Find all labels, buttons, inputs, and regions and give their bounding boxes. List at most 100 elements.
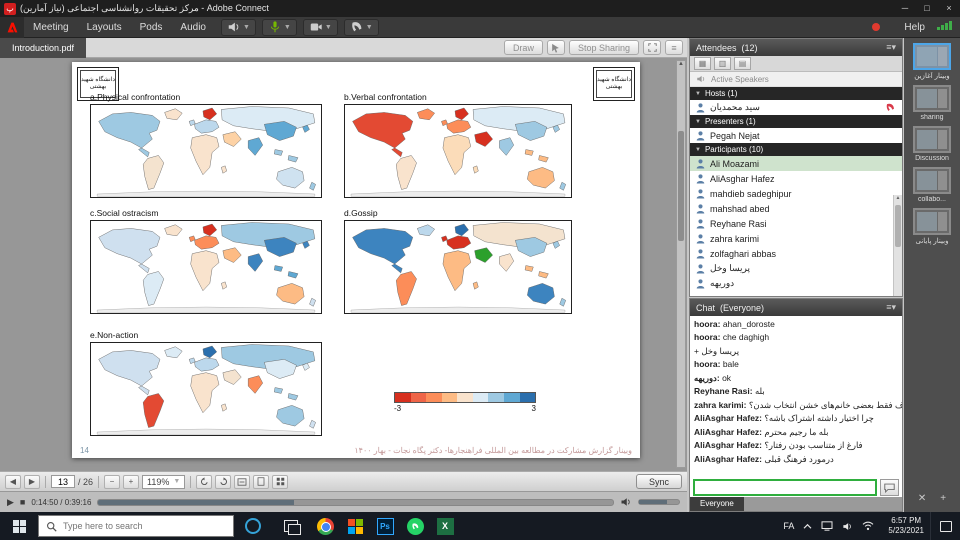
add-layout-icon[interactable]: + [940,493,946,504]
chat-message: Reyhane Rasi: بله [690,385,902,398]
play-button[interactable]: ▶ [7,497,14,508]
menu-help[interactable]: Help [894,22,935,33]
fullscreen-button[interactable] [643,40,661,55]
zoom-select[interactable]: 119% ▼ [142,475,185,489]
chat-input[interactable] [693,479,877,496]
mic-control[interactable]: ▼ [262,19,297,36]
zoom-in-button[interactable]: + [123,475,139,489]
attendee-row[interactable]: پریسا وخل [690,261,902,276]
taskbar-chrome[interactable] [310,512,340,540]
chat-tab-everyone[interactable]: Everyone [690,497,744,511]
chat-header: Chat (Everyone) ≡▾ [690,299,902,316]
pdf-viewer: دانشگاه شهید بهشتی دانشگاه شهید بهشتی a.… [0,58,687,471]
tray-chevron-up-icon[interactable] [803,523,812,530]
draw-button[interactable]: Draw [504,40,543,55]
layout-item-collaboration[interactable]: collabo... [908,167,956,203]
minimize-button[interactable]: ─ [894,0,916,17]
sync-button[interactable]: Sync [636,474,682,489]
chevron-down-icon: ▼ [173,478,180,485]
attendee-view-button-2[interactable]: ▥ [714,57,731,70]
pod-options-button[interactable]: ≡ [665,40,683,55]
map-label: b.Verbal confrontation [344,92,572,102]
monitor-icon[interactable] [821,521,833,531]
pdf-scrollbar[interactable]: ▲ [676,60,686,468]
attendees-pod: Attendees (12) ≡▾ ▦ ▥ ▤ Active Speakers … [689,38,903,297]
layout-thumbnail[interactable] [913,126,951,153]
layout-thumbnail[interactable] [913,43,951,70]
attendee-row-host[interactable]: سید محمدیان [690,100,902,115]
fit-width-button[interactable] [234,475,250,489]
layout-item-opening[interactable]: وبینار آغازین [908,43,956,80]
presenters-group-bar[interactable]: ▼ Presenters (1) [690,115,902,128]
chat-message: AliAsghar Hafez: درمورد فرهنگ قبلی [690,453,902,466]
layout-label: Discussion [908,155,956,162]
close-icon[interactable]: ✕ [918,493,926,504]
layout-item-closing[interactable]: وبینار پایانی [908,208,956,245]
language-indicator[interactable]: FA [783,521,794,531]
webcam-control[interactable]: ▼ [303,19,338,36]
attendee-row[interactable]: mahshad abed [690,201,902,216]
layout-thumbnail[interactable] [913,208,951,235]
attendee-row[interactable]: دوریهه [690,276,902,291]
layout-item-discussion[interactable]: Discussion [908,126,956,162]
zoom-out-button[interactable]: − [104,475,120,489]
send-message-button[interactable] [880,479,899,496]
wifi-icon[interactable] [862,521,874,531]
next-page-button[interactable]: ▶ [24,475,40,489]
layout-thumbnail[interactable] [913,85,951,112]
cortana-button[interactable] [234,512,272,540]
action-center-button[interactable] [930,512,960,540]
taskbar-photoshop[interactable]: Ps [370,512,400,540]
fit-page-button[interactable] [253,475,269,489]
menu-audio[interactable]: Audio [171,17,215,38]
attendee-row[interactable]: Ali Moazami [690,156,902,171]
page-input[interactable] [51,475,75,488]
start-button[interactable] [0,512,38,540]
taskbar-whatsapp[interactable] [400,512,430,540]
taskbar-search[interactable] [38,515,234,537]
attendee-view-button-3[interactable]: ▤ [734,57,751,70]
attendee-row[interactable]: zolfaghari abbas [690,246,902,261]
menu-pods[interactable]: Pods [131,17,172,38]
pod-menu-button[interactable]: ≡▾ [886,42,896,53]
taskbar-office[interactable] [340,512,370,540]
pointer-button[interactable] [547,40,565,55]
clock[interactable]: 6:57 PM 5/23/2021 [882,516,930,536]
windows-logo-icon [13,520,26,533]
pod-menu-button[interactable]: ≡▾ [886,302,896,313]
attendee-row[interactable]: zahra karimi [690,231,902,246]
collapse-triangle-icon: ▼ [695,119,701,125]
stop-button[interactable]: ■ [20,497,25,507]
task-view-button[interactable] [272,512,310,540]
stop-sharing-button[interactable]: Stop Sharing [569,40,639,55]
attendee-row[interactable]: Reyhane Rasi [690,216,902,231]
participants-group-bar[interactable]: ▼ Participants (10) [690,143,902,156]
thumbnails-button[interactable] [272,475,288,489]
taskbar-excel[interactable]: X [430,512,460,540]
layout-item-sharing[interactable]: sharing [908,85,956,121]
maximize-button[interactable]: □ [916,0,938,17]
volume-icon[interactable] [620,496,632,508]
phone-control[interactable]: ▼ [344,19,379,36]
speaker-control[interactable]: ▼ [221,19,256,36]
attendee-row[interactable]: mahdieb sadeghipur [690,186,902,201]
rotate-left-button[interactable] [196,475,212,489]
person-icon [696,249,705,259]
attendee-row[interactable]: AliAsghar Hafez [690,171,902,186]
prev-page-button[interactable]: ◀ [5,475,21,489]
search-input[interactable] [63,521,226,531]
attendee-row-presenter[interactable]: Pegah Nejat [690,128,902,143]
close-button[interactable]: × [938,0,960,17]
map-label: a.Physical confrontation [90,92,322,102]
rotate-right-button[interactable] [215,475,231,489]
menu-layouts[interactable]: Layouts [78,17,131,38]
playback-progress-bar[interactable] [97,499,614,506]
attendees-scrollbar[interactable]: ▲ [893,195,902,296]
layout-thumbnail[interactable] [913,167,951,194]
tray-volume-icon[interactable] [842,521,853,532]
document-tab[interactable]: Introduction.pdf [0,38,86,58]
volume-slider[interactable] [638,499,680,505]
menu-meeting[interactable]: Meeting [24,17,78,38]
hosts-group-bar[interactable]: ▼ Hosts (1) [690,87,902,100]
attendee-view-button-1[interactable]: ▦ [694,57,711,70]
